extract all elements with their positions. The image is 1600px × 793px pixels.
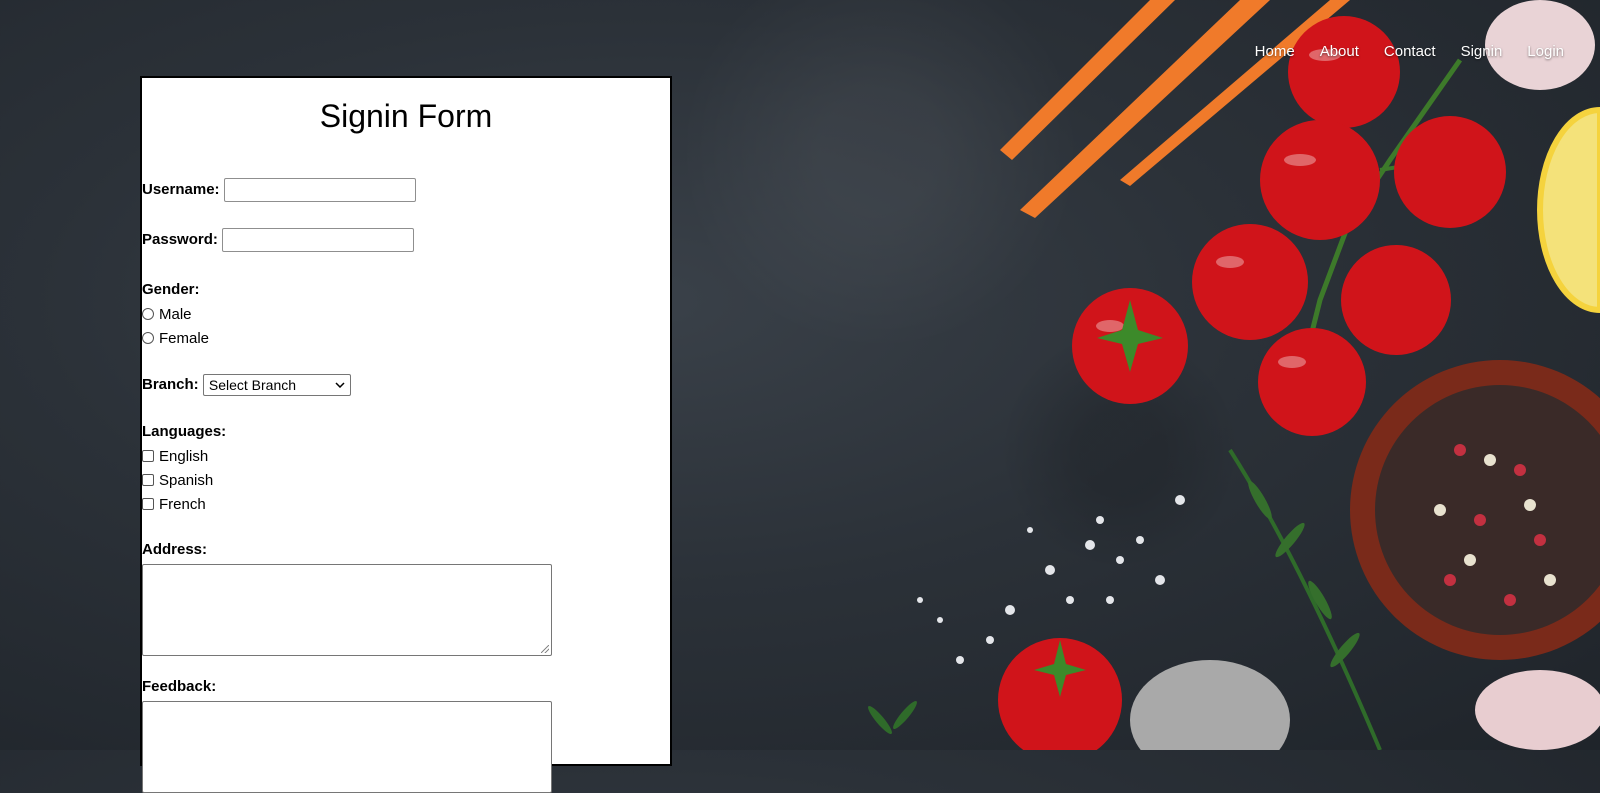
username-row: Username: xyxy=(142,178,416,202)
male-radio[interactable] xyxy=(142,308,154,320)
female-radio-label: Female xyxy=(159,329,210,347)
password-input[interactable] xyxy=(222,228,415,252)
gender-option-female[interactable]: Female xyxy=(142,326,209,350)
languages-group: Languages: English Spanish French xyxy=(142,423,226,516)
password-label: Password: xyxy=(142,230,218,248)
feedback-group: Feedback: xyxy=(142,678,552,793)
carrots xyxy=(1000,0,1350,218)
pepper-grinder xyxy=(1130,660,1290,750)
rosemary-sprig xyxy=(1228,448,1382,750)
spanish-checkbox-label: Spanish xyxy=(159,471,214,489)
nav-signin-link[interactable]: Signin xyxy=(1461,43,1503,60)
english-checkbox-label: English xyxy=(159,447,209,465)
signin-form-panel: Signin Form Username: Password: Gender: … xyxy=(140,76,672,793)
language-option-spanish[interactable]: Spanish xyxy=(142,468,226,492)
feedback-textarea[interactable] xyxy=(142,701,552,793)
address-textarea[interactable] xyxy=(142,564,552,656)
french-checkbox[interactable] xyxy=(142,498,154,510)
language-option-english[interactable]: English xyxy=(142,444,226,468)
english-checkbox[interactable] xyxy=(142,450,154,462)
garlic-bottom xyxy=(1475,670,1600,750)
french-checkbox-label: French xyxy=(159,495,206,513)
nav-login-link[interactable]: Login xyxy=(1527,43,1564,60)
username-label: Username: xyxy=(142,180,220,198)
gender-option-male[interactable]: Male xyxy=(142,302,209,326)
branch-select-value: Select Branch xyxy=(208,377,297,393)
nav-home-link[interactable]: Home xyxy=(1255,43,1295,60)
form-title: Signin Form xyxy=(319,98,493,134)
branch-select[interactable]: Select Branch xyxy=(202,374,351,396)
nav-about-link[interactable]: About xyxy=(1320,43,1359,60)
chevron-down-icon xyxy=(335,382,345,388)
male-radio-label: Male xyxy=(159,305,192,323)
pepper-bowl xyxy=(1350,360,1600,660)
languages-label: Languages: xyxy=(142,423,227,440)
branch-label: Branch: xyxy=(142,375,199,393)
spanish-checkbox[interactable] xyxy=(142,474,154,486)
gender-label: Gender: xyxy=(142,281,200,298)
salt-crystals xyxy=(917,495,1185,664)
username-input[interactable] xyxy=(223,178,416,202)
resize-grip-icon[interactable] xyxy=(541,645,549,653)
female-radio[interactable] xyxy=(142,332,154,344)
branch-row: Branch: Select Branch xyxy=(142,374,351,396)
language-option-french[interactable]: French xyxy=(142,492,226,516)
gender-group: Gender: Male Female xyxy=(142,281,209,350)
address-label: Address: xyxy=(142,541,208,558)
lemon-slice xyxy=(1537,106,1600,314)
nav-contact-link[interactable]: Contact xyxy=(1384,43,1436,60)
address-group: Address: xyxy=(142,541,552,656)
cherry-tomatoes xyxy=(998,16,1506,750)
feedback-label: Feedback: xyxy=(142,678,217,695)
password-row: Password: xyxy=(142,228,415,252)
top-nav: Home About Contact Signin Login xyxy=(1230,43,1564,60)
